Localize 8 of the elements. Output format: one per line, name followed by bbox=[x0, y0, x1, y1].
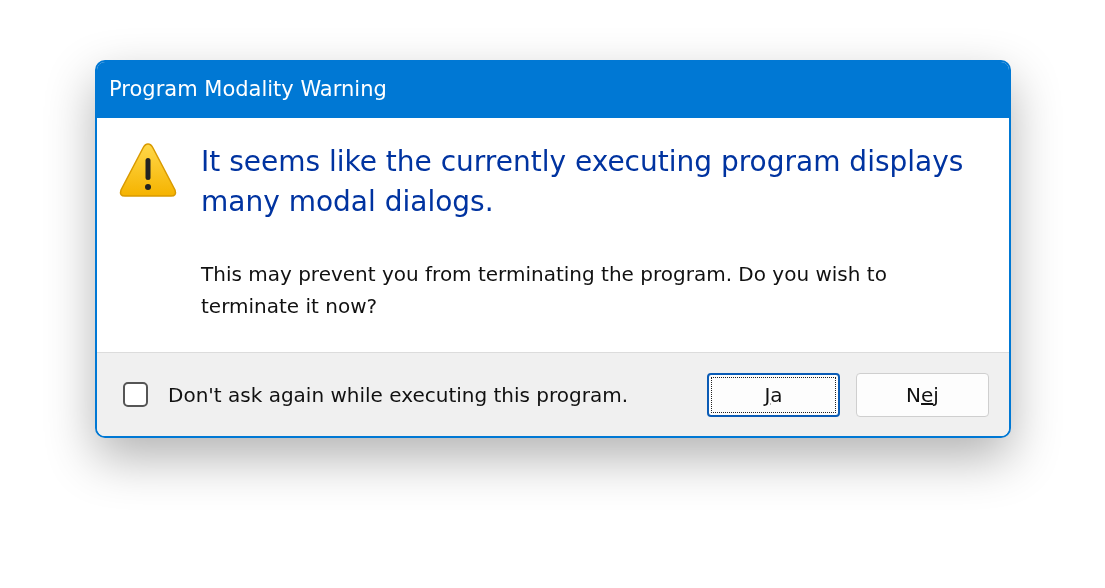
dialog-button[interactable]: Ja bbox=[707, 372, 840, 417]
warning-icon bbox=[119, 142, 177, 198]
dialog-message: This may prevent you from terminating the program. Do you wish to terminate it now? bbox=[201, 261, 888, 320]
checkbox-label: Don't ask again while executing this program. bbox=[168, 381, 629, 409]
window-title: Program Modality Warning bbox=[109, 76, 387, 104]
dialog-heading: It seems like the currently executing program displays many modal dialogs. bbox=[201, 144, 965, 220]
dialog-button[interactable]: Nej bbox=[856, 372, 989, 417]
checkbox[interactable] bbox=[123, 382, 148, 407]
